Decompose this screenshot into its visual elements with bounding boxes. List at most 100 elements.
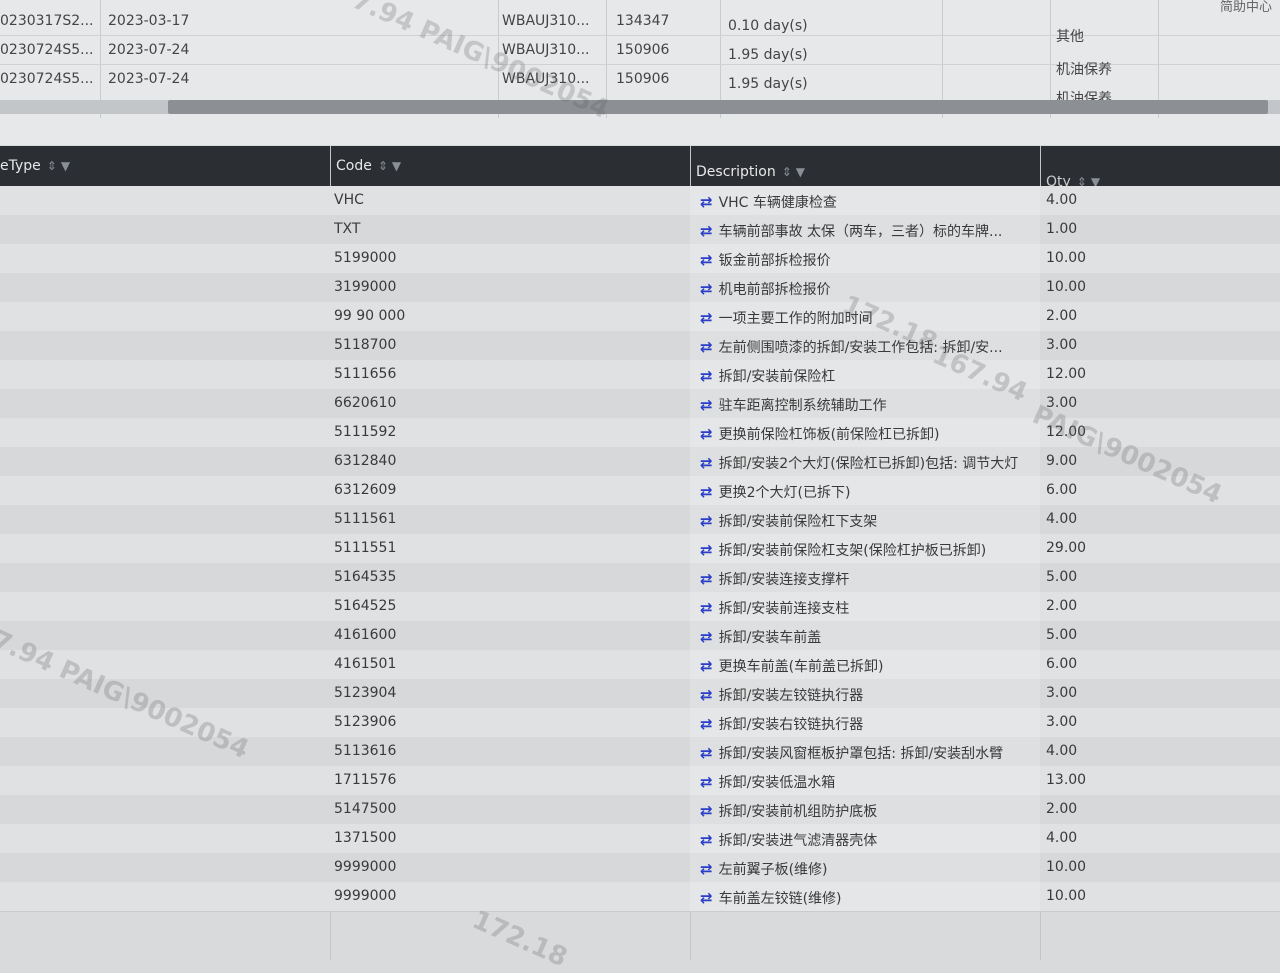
table-row[interactable]: 5164535 ⇄ 拆卸/安装连接支撑杆 5.00 <box>0 563 1280 593</box>
table-row[interactable]: 6620610 ⇄ 驻车距离控制系统辅助工作 3.00 <box>0 389 1280 419</box>
horizontal-scrollbar-thumb[interactable] <box>168 100 1268 114</box>
qty-cell: 29.00 <box>1046 540 1087 556</box>
table-row[interactable]: 1711576 ⇄ 拆卸/安装低温水箱 13.00 <box>0 766 1280 796</box>
code-cell: 5164525 <box>334 598 397 614</box>
swap-arrows-icon[interactable]: ⇄ <box>700 193 713 211</box>
swap-arrows-icon[interactable]: ⇄ <box>700 686 713 704</box>
column-header-label: Description <box>696 164 776 180</box>
swap-arrows-icon[interactable]: ⇄ <box>700 251 713 269</box>
table-row[interactable]: 5147500 ⇄ 拆卸/安装前机组防护底板 2.00 <box>0 795 1280 825</box>
swap-arrows-icon[interactable]: ⇄ <box>700 889 713 907</box>
history-row[interactable]: 0230724S5... 2023-07-24 WBAUJ310... 1509… <box>0 64 1280 107</box>
swap-arrows-icon[interactable]: ⇄ <box>700 541 713 559</box>
history-row[interactable]: 0230724S5... 2023-07-24 WBAUJ310... 1509… <box>0 35 1280 78</box>
swap-arrows-icon[interactable]: ⇄ <box>700 454 713 472</box>
swap-arrows-icon[interactable]: ⇄ <box>700 309 713 327</box>
code-cell: 5147500 <box>334 801 397 817</box>
swap-arrows-icon[interactable]: ⇄ <box>700 280 713 298</box>
description-text: 拆卸/安装前连接支柱 <box>718 601 850 617</box>
description-text: VHC 车辆健康检查 <box>718 195 837 211</box>
code-cell: 5123904 <box>334 685 397 701</box>
mileage: 134347 <box>616 13 670 29</box>
table-row[interactable]: 5123904 ⇄ 拆卸/安装左铰链执行器 3.00 <box>0 679 1280 709</box>
description-text: 更换前保险杠饰板(前保险杠已拆卸) <box>718 427 940 443</box>
description-text: 机电前部拆检报价 <box>718 282 831 298</box>
swap-arrows-icon[interactable]: ⇄ <box>700 425 713 443</box>
history-row[interactable]: 0230317S2... 2023-03-17 WBAUJ310... 1343… <box>0 6 1280 45</box>
description-cell: ⇄ 拆卸/安装前机组防护底板 <box>700 801 1030 821</box>
duration: 0.10 day(s) <box>728 18 808 34</box>
swap-arrows-icon[interactable]: ⇄ <box>700 367 713 385</box>
table-row[interactable]: 5111551 ⇄ 拆卸/安装前保险杠支架(保险杠护板已拆卸) 29.00 <box>0 534 1280 564</box>
swap-arrows-icon[interactable]: ⇄ <box>700 831 713 849</box>
description-cell: ⇄ 拆卸/安装左铰链执行器 <box>700 685 1030 705</box>
swap-arrows-icon[interactable]: ⇄ <box>700 570 713 588</box>
description-cell: ⇄ 拆卸/安装前连接支柱 <box>700 598 1030 618</box>
table-row[interactable]: 9999000 ⇄ 左前翼子板(维修) 10.00 <box>0 853 1280 883</box>
swap-arrows-icon[interactable]: ⇄ <box>700 222 713 240</box>
table-row[interactable]: 5164525 ⇄ 拆卸/安装前连接支柱 2.00 <box>0 592 1280 622</box>
filter-icon[interactable]: ▼ <box>392 159 401 173</box>
description-cell: ⇄ 拆卸/安装右铰链执行器 <box>700 714 1030 734</box>
description-cell: ⇄ 更换车前盖(车前盖已拆卸) <box>700 656 1030 676</box>
description-cell: ⇄ 驻车距离控制系统辅助工作 <box>700 395 1030 415</box>
swap-arrows-icon[interactable]: ⇄ <box>700 802 713 820</box>
code-cell: 9999000 <box>334 859 397 875</box>
table-row[interactable]: 5118700 ⇄ 左前侧围喷漆的拆卸/安装工作包括: 拆卸/安... 3.00 <box>0 331 1280 361</box>
description-text: 车辆前部事故 太保（两车，三者）标的车牌... <box>718 224 1003 240</box>
qty-cell: 4.00 <box>1046 743 1078 759</box>
description-cell: ⇄ 车辆前部事故 太保（两车，三者）标的车牌... <box>700 221 1030 241</box>
filter-icon[interactable]: ▼ <box>796 165 805 179</box>
description-text: 车前盖左铰链(维修) <box>718 891 842 907</box>
table-row[interactable]: 3199000 ⇄ 机电前部拆检报价 10.00 <box>0 273 1280 303</box>
qty-cell: 3.00 <box>1046 337 1078 353</box>
table-row[interactable]: 5111656 ⇄ 拆卸/安装前保险杠 12.00 <box>0 360 1280 390</box>
sort-icon[interactable]: ⇕ <box>782 165 792 179</box>
swap-arrows-icon[interactable]: ⇄ <box>700 860 713 878</box>
description-text: 拆卸/安装连接支撑杆 <box>718 572 850 588</box>
column-header-code[interactable]: Code ⇕ ▼ <box>336 158 401 174</box>
code-cell: 5113616 <box>334 743 397 759</box>
qty-cell: 2.00 <box>1046 308 1078 324</box>
table-row[interactable]: 1371500 ⇄ 拆卸/安装进气滤清器壳体 4.00 <box>0 824 1280 854</box>
table-row[interactable]: 99 90 000 ⇄ 一项主要工作的附加时间 2.00 <box>0 302 1280 332</box>
column-header-description[interactable]: Description ⇕ ▼ <box>696 164 805 180</box>
column-header-type[interactable]: eType ⇕ ▼ <box>0 158 70 174</box>
swap-arrows-icon[interactable]: ⇄ <box>700 657 713 675</box>
swap-arrows-icon[interactable]: ⇄ <box>700 396 713 414</box>
qty-cell: 10.00 <box>1046 888 1087 904</box>
code-cell: 5164535 <box>334 569 397 585</box>
swap-arrows-icon[interactable]: ⇄ <box>700 338 713 356</box>
description-cell: ⇄ 更换前保险杠饰板(前保险杠已拆卸) <box>700 424 1030 444</box>
table-row[interactable]: 4161501 ⇄ 更换车前盖(车前盖已拆卸) 6.00 <box>0 650 1280 680</box>
code-cell: 4161501 <box>334 656 397 672</box>
code-cell: 1371500 <box>334 830 397 846</box>
qty-cell: 12.00 <box>1046 366 1087 382</box>
table-row[interactable]: 9999000 ⇄ 车前盖左铰链(维修) 10.00 <box>0 882 1280 912</box>
mileage: 150906 <box>616 71 670 87</box>
description-cell: ⇄ 左前翼子板(维修) <box>700 859 1030 879</box>
service-history-table: 简助中心 0230317S2... 2023-03-17 WBAUJ310...… <box>0 0 1280 145</box>
swap-arrows-icon[interactable]: ⇄ <box>700 773 713 791</box>
sort-icon[interactable]: ⇕ <box>378 159 388 173</box>
table-row[interactable]: 6312609 ⇄ 更换2个大灯(已拆下) 6.00 <box>0 476 1280 506</box>
description-cell: ⇄ 拆卸/安装进气滤清器壳体 <box>700 830 1030 850</box>
swap-arrows-icon[interactable]: ⇄ <box>700 483 713 501</box>
swap-arrows-icon[interactable]: ⇄ <box>700 512 713 530</box>
swap-arrows-icon[interactable]: ⇄ <box>700 599 713 617</box>
filter-icon[interactable]: ▼ <box>61 159 70 173</box>
description-cell: ⇄ 拆卸/安装车前盖 <box>700 627 1030 647</box>
table-row[interactable]: TXT ⇄ 车辆前部事故 太保（两车，三者）标的车牌... 1.00 <box>0 215 1280 245</box>
swap-arrows-icon[interactable]: ⇄ <box>700 715 713 733</box>
sort-icon[interactable]: ⇕ <box>47 159 57 173</box>
swap-arrows-icon[interactable]: ⇄ <box>700 628 713 646</box>
code-cell: 6312840 <box>334 453 397 469</box>
description-cell: ⇄ 拆卸/安装低温水箱 <box>700 772 1030 792</box>
swap-arrows-icon[interactable]: ⇄ <box>700 744 713 762</box>
table-row[interactable]: 5199000 ⇄ 钣金前部拆检报价 10.00 <box>0 244 1280 274</box>
table-row[interactable]: 5111561 ⇄ 拆卸/安装前保险杠下支架 4.00 <box>0 505 1280 535</box>
code-cell: 5111561 <box>334 511 397 527</box>
table-row[interactable]: VHC ⇄ VHC 车辆健康检查 4.00 <box>0 186 1280 216</box>
code-cell: VHC <box>334 192 364 208</box>
table-row[interactable]: 4161600 ⇄ 拆卸/安装车前盖 5.00 <box>0 621 1280 651</box>
